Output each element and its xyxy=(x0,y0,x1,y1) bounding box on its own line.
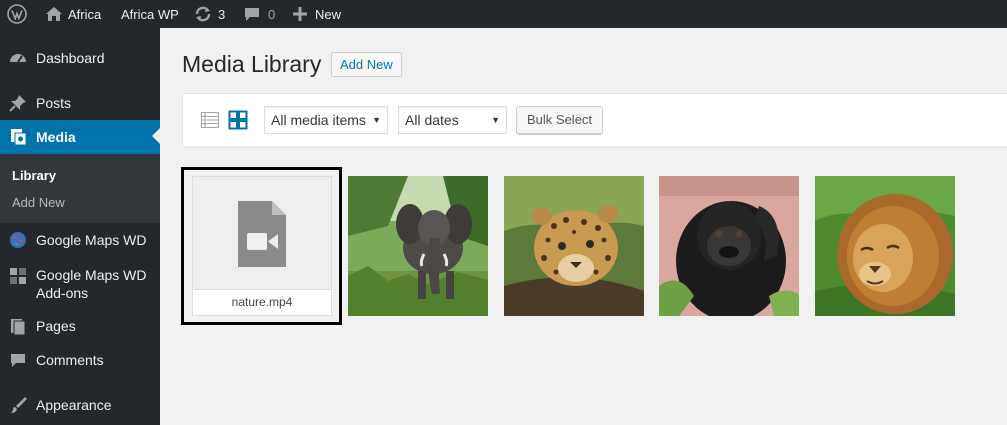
sidebar-item-label: Dashboard xyxy=(36,50,105,66)
grid-view-icon[interactable] xyxy=(228,110,248,130)
sidebar-item-label: Comments xyxy=(36,352,104,368)
admin-sidebar: Dashboard Posts Media Library Add New Go… xyxy=(0,28,160,425)
date-filter[interactable]: All dates ▼ xyxy=(398,106,507,134)
media-submenu: Library Add New xyxy=(0,154,160,223)
google-maps-addon-icon xyxy=(8,266,28,286)
sidebar-item-google-maps-wd-addons[interactable]: Google Maps WD Add-ons xyxy=(0,264,160,302)
admin-bar: Africa Africa WP 3 0 New xyxy=(0,0,1007,28)
list-view-icon[interactable] xyxy=(200,110,220,130)
site-name-link[interactable]: Africa xyxy=(44,0,101,28)
comments-link[interactable]: 0 xyxy=(242,0,275,28)
sidebar-item-label: Appearance xyxy=(36,397,112,413)
media-item-elephant[interactable] xyxy=(348,176,488,316)
date-filter-value: All dates xyxy=(405,112,459,128)
media-type-filter-value: All media items xyxy=(271,112,366,128)
sidebar-item-comments[interactable]: Comments xyxy=(0,348,160,372)
home-icon xyxy=(44,4,64,24)
sidebar-item-label: Media xyxy=(36,129,76,145)
add-new-button[interactable]: Add New xyxy=(331,52,402,77)
sidebar-item-google-maps-wd[interactable]: Google Maps WD xyxy=(0,228,160,252)
sidebar-item-label: Posts xyxy=(36,95,72,111)
new-label: New xyxy=(315,6,342,22)
plus-icon xyxy=(290,4,310,24)
pages-icon xyxy=(8,316,28,336)
video-file-icon xyxy=(238,201,286,267)
updates-link[interactable]: 3 xyxy=(193,0,225,28)
media-toolbar: All media items ▼ All dates ▼ Bulk Selec… xyxy=(182,93,1007,147)
sidebar-item-posts[interactable]: Posts xyxy=(0,91,160,115)
media-item-video[interactable]: nature.mp4 xyxy=(192,176,332,316)
caret-down-icon: ▼ xyxy=(491,115,500,125)
media-type-filter[interactable]: All media items ▼ xyxy=(264,106,388,134)
comments-count: 0 xyxy=(268,6,276,22)
refresh-icon xyxy=(193,4,213,24)
caret-down-icon: ▼ xyxy=(372,115,381,125)
sidebar-item-label: Pages xyxy=(36,318,76,334)
media-item-leopard[interactable] xyxy=(504,176,644,316)
sidebar-item-dashboard[interactable]: Dashboard xyxy=(0,46,160,70)
new-content-link[interactable]: New xyxy=(290,0,341,28)
media-item-filename: nature.mp4 xyxy=(193,289,331,315)
site-link[interactable]: Africa WP xyxy=(121,0,179,28)
submenu-item-add-new[interactable]: Add New xyxy=(12,195,65,210)
media-icon xyxy=(8,127,28,147)
site-name-label: Africa xyxy=(68,6,102,22)
sidebar-item-label: Google Maps WD Add-ons xyxy=(36,267,147,301)
submenu-item-library[interactable]: Library xyxy=(12,168,56,183)
paintbrush-icon xyxy=(8,395,28,415)
sidebar-item-media[interactable]: Media xyxy=(0,120,160,154)
sidebar-item-label: Google Maps WD xyxy=(36,232,147,248)
globe-icon xyxy=(8,230,28,250)
sidebar-item-appearance[interactable]: Appearance xyxy=(0,393,160,417)
page-title: Media Library xyxy=(182,51,322,77)
media-item-lion[interactable] xyxy=(815,176,955,316)
comment-icon xyxy=(242,4,262,24)
pushpin-icon xyxy=(8,93,28,113)
dashboard-icon xyxy=(8,48,28,68)
media-item-gorilla[interactable] xyxy=(659,176,799,316)
bulk-select-button[interactable]: Bulk Select xyxy=(516,106,604,134)
wordpress-logo-icon[interactable] xyxy=(7,0,27,28)
comment-icon xyxy=(8,350,28,370)
sidebar-item-pages[interactable]: Pages xyxy=(0,314,160,338)
updates-count: 3 xyxy=(218,6,226,22)
